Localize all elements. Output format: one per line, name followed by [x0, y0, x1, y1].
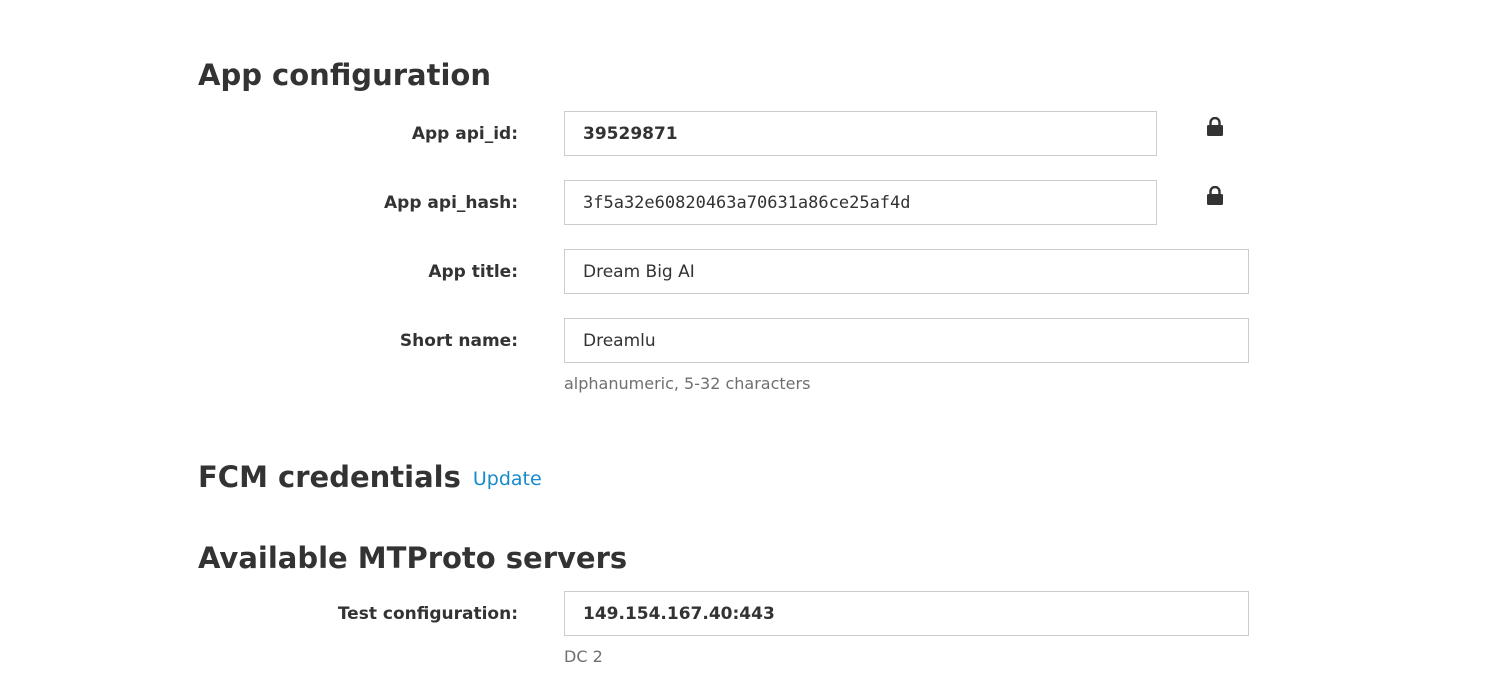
test-configuration-label: Test configuration:: [337, 604, 518, 624]
test-configuration-dc-hint: DC 2: [564, 647, 603, 666]
mtproto-servers-heading: Available MTProto servers: [198, 541, 628, 575]
test-configuration-value: 149.154.167.40:443: [583, 603, 775, 624]
lock-icon: [1207, 117, 1223, 136]
short-name-label: Short name:: [399, 331, 518, 351]
fcm-update-link[interactable]: Update: [473, 468, 542, 490]
app-title-input[interactable]: Dream Big AI: [564, 249, 1249, 294]
api-hash-field[interactable]: 3f5a32e60820463a70631a86ce25af4d: [564, 180, 1157, 225]
lock-icon: [1207, 186, 1223, 205]
api-id-field[interactable]: 39529871: [564, 111, 1157, 156]
app-configuration-heading: App configuration: [198, 58, 491, 92]
fcm-credentials-heading: FCM credentials Update: [198, 460, 542, 496]
app-title-label: App title:: [428, 262, 518, 282]
api-id-label: App api_id:: [411, 124, 518, 144]
short-name-hint: alphanumeric, 5-32 characters: [564, 374, 811, 393]
fcm-credentials-title: FCM credentials: [198, 460, 461, 494]
test-configuration-field[interactable]: 149.154.167.40:443: [564, 591, 1249, 636]
api-id-value: 39529871: [583, 123, 678, 144]
short-name-input[interactable]: Dreamlu: [564, 318, 1249, 363]
short-name-value: Dreamlu: [583, 330, 656, 351]
app-title-value: Dream Big AI: [583, 261, 695, 282]
api-hash-label: App api_hash:: [384, 193, 518, 213]
api-hash-value: 3f5a32e60820463a70631a86ce25af4d: [583, 192, 911, 213]
